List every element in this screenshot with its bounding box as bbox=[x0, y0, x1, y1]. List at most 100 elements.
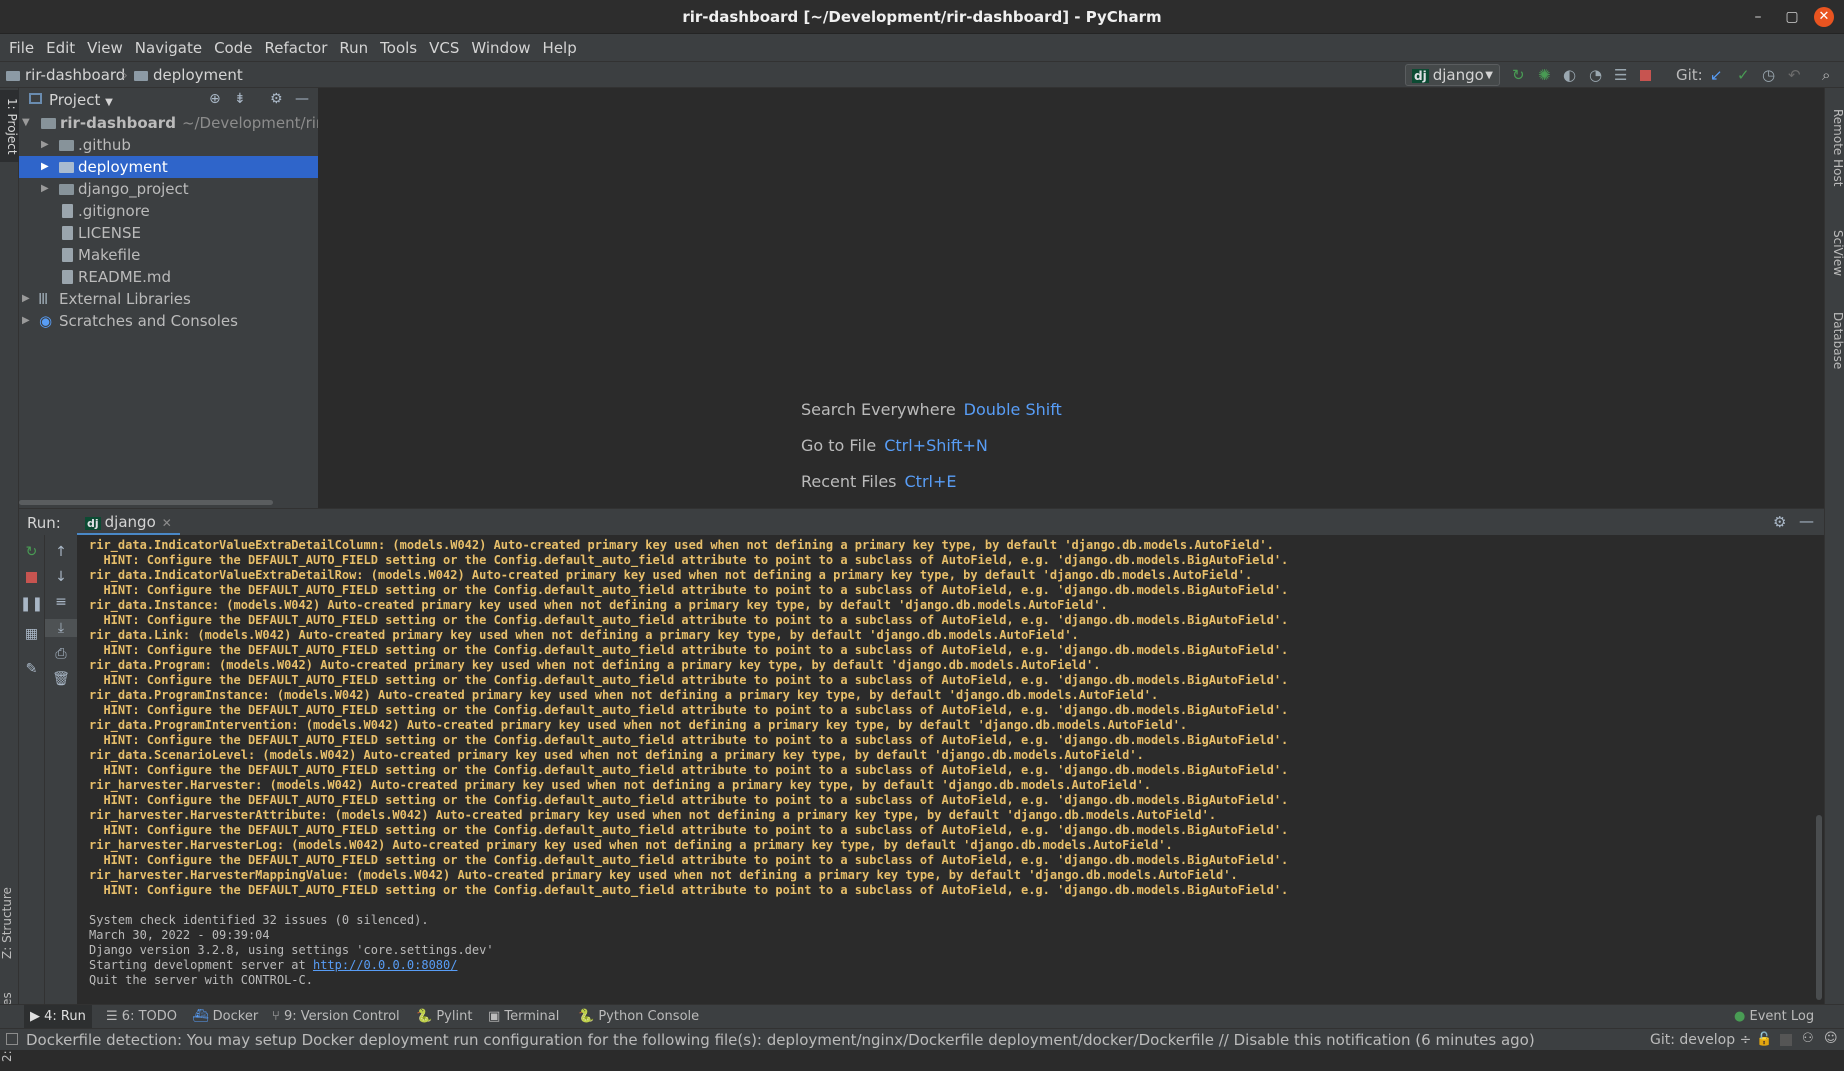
tab-run[interactable]: ▶ 4: Run bbox=[24, 1005, 92, 1029]
git-history-icon[interactable]: ◷ bbox=[1762, 66, 1775, 84]
stop-icon[interactable] bbox=[1640, 70, 1651, 81]
hide-icon[interactable]: — bbox=[1799, 512, 1814, 530]
menu-view[interactable]: View bbox=[82, 39, 128, 57]
tab-sciview[interactable]: SciView bbox=[1825, 218, 1844, 288]
run-panel-header: Run: dj django ✕ ⚙ — bbox=[19, 508, 1824, 536]
project-panel-header: Project ▼ ⊕ ⇟ ⚙ — bbox=[19, 88, 318, 112]
gear-icon[interactable]: ⚙ bbox=[1773, 513, 1786, 531]
project-view-dropdown[interactable]: Project ▼ bbox=[49, 91, 113, 109]
stop-icon[interactable] bbox=[19, 570, 44, 588]
menu-code[interactable]: Code bbox=[209, 39, 257, 57]
tree-item-scratches[interactable]: ▶ ◉ Scratches and Consoles bbox=[19, 310, 318, 332]
tab-docker[interactable]: ⛴ Docker bbox=[186, 1005, 264, 1029]
console-scrollbar[interactable] bbox=[1814, 535, 1824, 1004]
rerun-icon[interactable]: ↻ bbox=[1512, 66, 1525, 84]
menu-refactor[interactable]: Refactor bbox=[259, 39, 332, 57]
git-update-icon[interactable]: ↙ bbox=[1710, 66, 1723, 84]
trash-icon[interactable]: 🗑 bbox=[45, 670, 77, 688]
tree-item-root[interactable]: ▼ rir-dashboard~/Development/rir-dashboa… bbox=[19, 112, 318, 134]
maximize-button[interactable]: ▢ bbox=[1782, 7, 1802, 27]
toggle-tool-windows-icon[interactable] bbox=[6, 1033, 18, 1045]
pin-icon[interactable]: ✎ bbox=[19, 660, 44, 678]
coverage-icon[interactable]: ◐ bbox=[1563, 66, 1576, 84]
folder-icon bbox=[59, 184, 74, 195]
tree-item-readme[interactable]: README.md bbox=[19, 266, 318, 288]
arrow-down-icon[interactable]: ↓ bbox=[45, 568, 77, 586]
menu-run[interactable]: Run bbox=[334, 39, 373, 57]
menu-file[interactable]: File bbox=[4, 39, 39, 57]
console-quit-hint: Quit the server with CONTROL-C. bbox=[89, 973, 313, 987]
gear-icon[interactable]: ⚙ bbox=[270, 91, 283, 107]
breadcrumb-project[interactable]: rir-dashboard bbox=[6, 66, 125, 84]
horizontal-scrollbar[interactable] bbox=[19, 500, 273, 505]
scratches-icon: ◉ bbox=[39, 312, 53, 330]
debug-icon[interactable]: ✺ bbox=[1538, 66, 1551, 84]
console-warning-line: HINT: Configure the DEFAULT_AUTO_FIELD s… bbox=[89, 823, 1289, 837]
scroll-to-end-icon[interactable]: ⤓ bbox=[45, 619, 77, 637]
collapse-all-icon[interactable]: ⇟ bbox=[234, 91, 246, 107]
hide-icon[interactable]: — bbox=[295, 91, 309, 107]
tree-item-license[interactable]: LICENSE bbox=[19, 222, 318, 244]
tab-database[interactable]: Database bbox=[1825, 298, 1844, 383]
status-bar: Dockerfile detection: You may setup Dock… bbox=[0, 1028, 1844, 1050]
rerun-icon[interactable]: ↻ bbox=[19, 543, 44, 561]
tree-item-makefile[interactable]: Makefile bbox=[19, 244, 318, 266]
tab-todo[interactable]: ☰ 6: TODO bbox=[100, 1005, 183, 1029]
hint-go-to-file: Go to File Ctrl+Shift+N bbox=[801, 436, 988, 455]
tree-item-deployment[interactable]: ▶ deployment bbox=[19, 156, 318, 178]
tree-item-github[interactable]: ▶ .github bbox=[19, 134, 318, 156]
locate-icon[interactable]: ⊕ bbox=[209, 91, 221, 107]
console-output[interactable]: rir_data.IndicatorValueExtraDetailColumn… bbox=[78, 535, 1814, 1004]
search-icon[interactable]: ⌕ bbox=[1822, 66, 1830, 84]
tree-item-gitignore[interactable]: .gitignore bbox=[19, 200, 318, 222]
menu-window[interactable]: Window bbox=[466, 39, 535, 57]
git-commit-icon[interactable]: ✓ bbox=[1737, 66, 1750, 84]
tab-terminal[interactable]: ▣ Terminal bbox=[482, 1005, 565, 1029]
soft-wrap-icon[interactable]: ≡ bbox=[45, 593, 77, 611]
tab-event-log[interactable]: ● Event Log bbox=[1728, 1005, 1820, 1029]
folder-icon bbox=[134, 71, 148, 81]
pause-icon[interactable]: ❚❚ bbox=[19, 595, 44, 613]
lock-icon[interactable]: 🔓 bbox=[1756, 1032, 1772, 1047]
tab-project[interactable]: 1: Project bbox=[0, 90, 19, 162]
left-tool-strip: 1: Project Z: Structure 2: Favorites bbox=[0, 88, 19, 1062]
navigation-bar: rir-dashboard › deployment dj django ▼ ↻ … bbox=[0, 61, 1844, 88]
scrollbar-thumb[interactable] bbox=[1816, 815, 1822, 1000]
close-button[interactable]: ✕ bbox=[1814, 7, 1834, 27]
status-message[interactable]: Dockerfile detection: You may setup Dock… bbox=[26, 1031, 1535, 1049]
minimize-button[interactable]: – bbox=[1748, 7, 1768, 27]
notifications-icon[interactable]: ☺ bbox=[1824, 1031, 1838, 1046]
tab-remote-host[interactable]: Remote Host bbox=[1825, 98, 1844, 198]
file-icon bbox=[62, 204, 73, 218]
collapsed-arrow-icon: ▶ bbox=[41, 139, 49, 150]
console-warning-line: rir_data.Program: (models.W042) Auto-cre… bbox=[89, 658, 1101, 672]
breadcrumb-folder[interactable]: deployment bbox=[134, 66, 243, 84]
tab-version-control[interactable]: ⑂ 9: Version Control bbox=[266, 1005, 406, 1029]
server-url-link[interactable]: http://0.0.0.0:8080/ bbox=[313, 958, 458, 972]
tab-structure[interactable]: Z: Structure bbox=[0, 878, 19, 968]
memory-indicator-icon[interactable] bbox=[1780, 1034, 1792, 1046]
menu-tools[interactable]: Tools bbox=[375, 39, 422, 57]
run-tab-django[interactable]: dj django ✕ bbox=[77, 509, 180, 536]
tree-item-external-libraries[interactable]: ▶ Ⅲ External Libraries bbox=[19, 288, 318, 310]
tree-item-django-project[interactable]: ▶ django_project bbox=[19, 178, 318, 200]
git-branch-widget[interactable]: Git: develop ÷ bbox=[1650, 1032, 1751, 1048]
tab-python-console[interactable]: 🐍 Python Console bbox=[572, 1005, 705, 1029]
title-bar: rir-dashboard [~/Development/rir-dashboa… bbox=[0, 0, 1844, 34]
profile-icon[interactable]: ◔ bbox=[1589, 66, 1602, 84]
arrow-up-icon[interactable]: ↑ bbox=[45, 543, 77, 561]
restore-layout-icon[interactable]: ▦ bbox=[19, 625, 44, 643]
file-icon bbox=[62, 270, 73, 284]
tab-pylint[interactable]: 🐍 Pylint bbox=[410, 1005, 478, 1029]
git-rollback-icon[interactable]: ↶ bbox=[1788, 66, 1801, 84]
menu-vcs[interactable]: VCS bbox=[424, 39, 464, 57]
console-warning-line: HINT: Configure the DEFAULT_AUTO_FIELD s… bbox=[89, 763, 1289, 777]
concurrency-icon[interactable]: ☰ bbox=[1614, 66, 1627, 84]
run-config-dropdown[interactable]: dj django ▼ bbox=[1405, 64, 1500, 86]
inspector-icon[interactable]: ⚇ bbox=[1802, 1031, 1814, 1046]
print-icon[interactable]: ⎙ bbox=[45, 645, 77, 663]
menu-edit[interactable]: Edit bbox=[41, 39, 80, 57]
menu-help[interactable]: Help bbox=[538, 39, 582, 57]
close-icon[interactable]: ✕ bbox=[162, 516, 172, 530]
menu-navigate[interactable]: Navigate bbox=[130, 39, 207, 57]
